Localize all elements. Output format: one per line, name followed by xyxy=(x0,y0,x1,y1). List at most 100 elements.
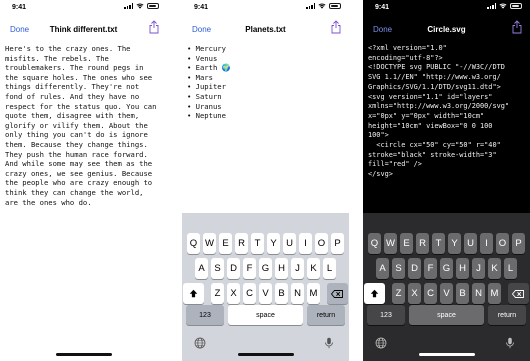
status-bar: 9:41 xyxy=(182,0,349,14)
key-x[interactable]: X xyxy=(407,283,422,304)
cellular-signal-icon xyxy=(306,3,315,9)
share-icon[interactable] xyxy=(149,20,159,34)
home-indicator xyxy=(57,353,113,356)
key-s[interactable]: S xyxy=(210,258,225,279)
key-i[interactable]: I xyxy=(479,233,494,254)
key-k[interactable]: K xyxy=(487,258,502,279)
key-u[interactable]: U xyxy=(463,233,478,254)
key-j[interactable]: J xyxy=(471,258,486,279)
key-b[interactable]: B xyxy=(455,283,470,304)
battery-icon xyxy=(510,3,522,9)
key-x[interactable]: X xyxy=(226,283,241,304)
key-v[interactable]: V xyxy=(439,283,454,304)
key-l[interactable]: L xyxy=(322,258,337,279)
key-d[interactable]: D xyxy=(226,258,241,279)
return-key[interactable]: return xyxy=(488,305,526,325)
key-u[interactable]: U xyxy=(282,233,297,254)
keyboard-row-1: QWERTYUIOP xyxy=(182,233,349,254)
key-d[interactable]: D xyxy=(407,258,422,279)
globe-icon[interactable] xyxy=(194,337,206,349)
home-indicator xyxy=(237,353,294,356)
numbers-key[interactable]: 123 xyxy=(367,305,405,325)
key-a[interactable]: A xyxy=(194,258,209,279)
letter-keys-row-3: ZXCVBNM xyxy=(210,283,321,304)
key-c[interactable]: C xyxy=(423,283,438,304)
phone-screen-circle-svg: 9:41 Done Circle.svg <?xml version="1.0"… xyxy=(363,0,530,361)
key-c[interactable]: C xyxy=(242,283,257,304)
key-e[interactable]: E xyxy=(399,233,414,254)
navigation-bar: Done Planets.txt xyxy=(182,14,349,44)
letter-keys-row-3: ZXCVBNM xyxy=(391,283,502,304)
document-title: Think different.txt xyxy=(49,25,118,34)
shift-key[interactable] xyxy=(364,283,386,304)
key-g[interactable]: G xyxy=(439,258,454,279)
shift-key[interactable] xyxy=(183,283,205,304)
key-b[interactable]: B xyxy=(274,283,289,304)
status-icons xyxy=(306,3,341,9)
key-y[interactable]: Y xyxy=(447,233,462,254)
key-p[interactable]: P xyxy=(330,233,345,254)
wifi-icon xyxy=(499,3,507,9)
keyboard-row-1: QWERTYUIOP xyxy=(363,233,530,254)
key-q[interactable]: Q xyxy=(186,233,201,254)
key-h[interactable]: H xyxy=(274,258,289,279)
key-k[interactable]: K xyxy=(306,258,321,279)
key-f[interactable]: F xyxy=(423,258,438,279)
key-i[interactable]: I xyxy=(298,233,313,254)
key-n[interactable]: N xyxy=(471,283,486,304)
key-z[interactable]: Z xyxy=(391,283,406,304)
key-n[interactable]: N xyxy=(290,283,305,304)
keyboard-row-2: ASDFGHJKL xyxy=(182,258,349,279)
key-s[interactable]: S xyxy=(391,258,406,279)
delete-key[interactable] xyxy=(507,283,529,304)
status-icons xyxy=(487,3,522,9)
key-t[interactable]: T xyxy=(431,233,446,254)
key-y[interactable]: Y xyxy=(266,233,281,254)
document-text[interactable]: • Mercury • Venus • Earth 🌍 • Mars • Jup… xyxy=(187,44,345,121)
return-key[interactable]: return xyxy=(307,305,345,325)
key-r[interactable]: R xyxy=(415,233,430,254)
key-j[interactable]: J xyxy=(290,258,305,279)
microphone-icon[interactable] xyxy=(323,337,335,349)
phone-screen-think-different: 9:41 Done Think different.txt Here's to … xyxy=(0,0,167,361)
key-e[interactable]: E xyxy=(218,233,233,254)
numbers-key[interactable]: 123 xyxy=(186,305,224,325)
space-key[interactable]: space xyxy=(409,305,484,325)
key-w[interactable]: W xyxy=(383,233,398,254)
microphone-icon[interactable] xyxy=(504,337,516,349)
key-g[interactable]: G xyxy=(258,258,273,279)
keyboard: QWERTYUIOP ASDFGHJKL ZXCVBNM 123 space r… xyxy=(363,213,530,361)
share-icon[interactable] xyxy=(512,20,522,34)
shift-icon xyxy=(189,289,198,298)
key-q[interactable]: Q xyxy=(367,233,382,254)
key-v[interactable]: V xyxy=(258,283,273,304)
key-m[interactable]: M xyxy=(487,283,502,304)
share-icon[interactable] xyxy=(331,20,341,34)
globe-icon[interactable] xyxy=(375,337,387,349)
key-f[interactable]: F xyxy=(242,258,257,279)
cellular-signal-icon xyxy=(124,3,133,9)
keyboard: QWERTYUIOP ASDFGHJKL ZXCVBNM 123 space r… xyxy=(182,213,349,361)
backspace-icon xyxy=(512,289,525,298)
key-h[interactable]: H xyxy=(455,258,470,279)
document-text[interactable]: <?xml version="1.0" encoding="utf-8"?> <… xyxy=(368,44,526,180)
wifi-icon xyxy=(136,3,144,9)
keyboard-row-3: ZXCVBNM xyxy=(363,283,530,304)
delete-key[interactable] xyxy=(326,283,348,304)
key-w[interactable]: W xyxy=(202,233,217,254)
space-key[interactable]: space xyxy=(228,305,303,325)
keyboard-row-3: ZXCVBNM xyxy=(182,283,349,304)
key-a[interactable]: A xyxy=(375,258,390,279)
keyboard-bottom-row: 123 space return xyxy=(367,305,526,325)
key-p[interactable]: P xyxy=(511,233,526,254)
key-o[interactable]: O xyxy=(314,233,329,254)
document-text[interactable]: Here's to the crazy ones. The misfits. T… xyxy=(5,44,163,207)
key-r[interactable]: R xyxy=(234,233,249,254)
key-l[interactable]: L xyxy=(503,258,518,279)
key-z[interactable]: Z xyxy=(210,283,225,304)
home-indicator xyxy=(418,353,475,356)
key-o[interactable]: O xyxy=(495,233,510,254)
key-m[interactable]: M xyxy=(306,283,321,304)
key-t[interactable]: T xyxy=(250,233,265,254)
status-bar: 9:41 xyxy=(0,0,167,14)
